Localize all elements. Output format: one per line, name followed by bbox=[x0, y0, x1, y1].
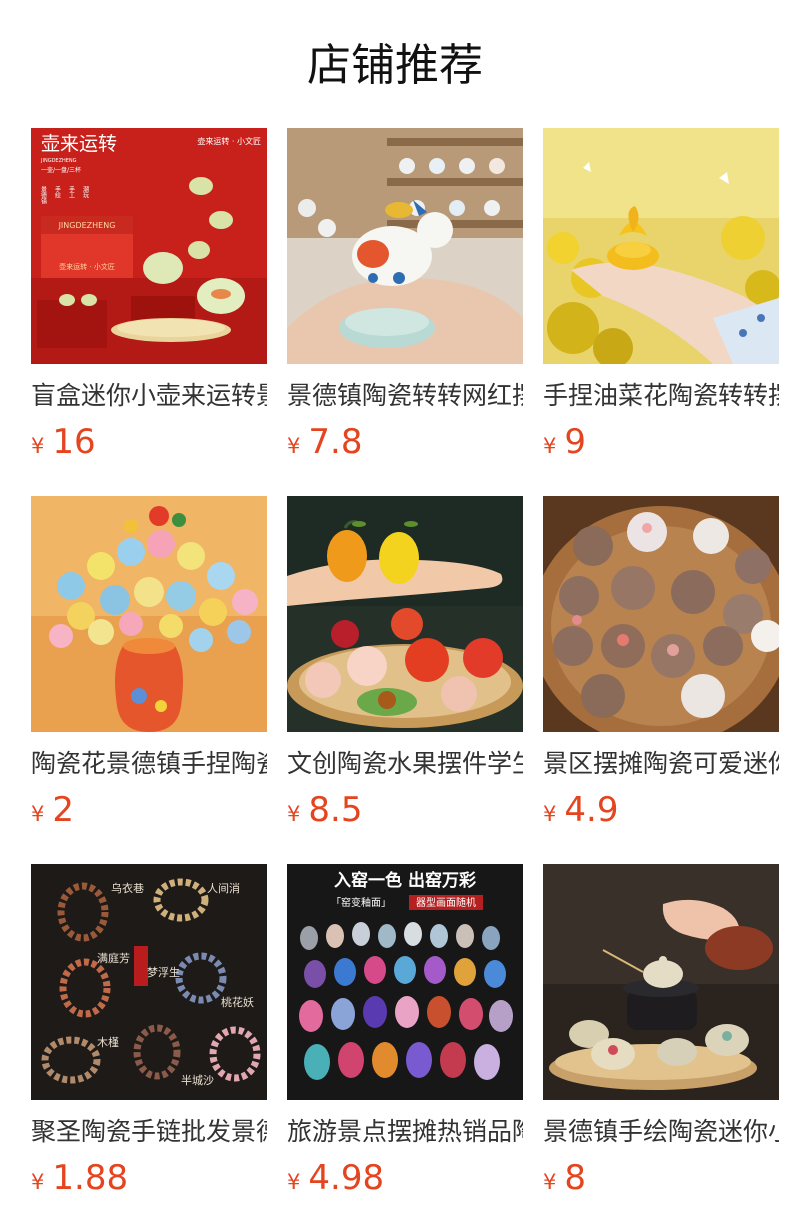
product-title[interactable]: 手捏油菜花陶瓷转转摆件 bbox=[543, 380, 779, 412]
tag-text: 手工 bbox=[68, 185, 75, 198]
line-text: 一壶/一盘/三杯 bbox=[41, 166, 81, 174]
product-title[interactable]: 旅游景点摆摊热销品陶瓷 bbox=[287, 1116, 523, 1148]
product-price: ¥16 bbox=[31, 422, 267, 462]
product-image[interactable] bbox=[543, 128, 779, 364]
product-card[interactable]: 文创陶瓷水果摆件学生 ¥8.5 bbox=[287, 496, 523, 864]
product-title[interactable]: 文创陶瓷水果摆件学生 bbox=[287, 748, 523, 780]
product-image[interactable] bbox=[543, 496, 779, 732]
banner-sub-left: 「窑变釉面」 bbox=[331, 896, 391, 909]
tag-text: 手绘 bbox=[54, 185, 61, 199]
product-title[interactable]: 陶瓷花景德镇手捏陶瓷花 bbox=[31, 748, 267, 780]
banner-sub-right: 器型画面随机 bbox=[416, 896, 476, 909]
product-image[interactable]: 乌衣巷 人间消 满庭芳 梦浮生 桃花妖 木槿 半城沙 bbox=[31, 864, 267, 1100]
product-price: ¥9 bbox=[543, 422, 779, 462]
tag-text: 景德镇 bbox=[40, 186, 47, 205]
currency-symbol: ¥ bbox=[543, 434, 557, 458]
product-price: ¥2 bbox=[31, 790, 267, 830]
currency-symbol: ¥ bbox=[543, 802, 557, 826]
product-title[interactable]: 景德镇手绘陶瓷迷你小壶 bbox=[543, 1116, 779, 1148]
bracelet-label: 满庭芳 bbox=[97, 951, 130, 965]
bracelet-label: 人间消 bbox=[207, 881, 240, 895]
bracelet-label: 半城沙 bbox=[181, 1073, 214, 1087]
currency-symbol: ¥ bbox=[287, 434, 301, 458]
price-value: 8.5 bbox=[308, 790, 363, 830]
currency-symbol: ¥ bbox=[31, 802, 45, 826]
banner-headline: 入窑一色 出窑万彩 bbox=[334, 870, 476, 891]
product-title[interactable]: 聚圣陶瓷手链批发景德镇 bbox=[31, 1116, 267, 1148]
bracelet-label: 梦浮生 bbox=[147, 965, 180, 979]
currency-symbol: ¥ bbox=[287, 802, 301, 826]
price-value: 2 bbox=[52, 790, 75, 830]
product-card[interactable]: 手捏油菜花陶瓷转转摆件 ¥9 bbox=[543, 128, 779, 496]
currency-symbol: ¥ bbox=[31, 1170, 45, 1194]
product-card[interactable]: 景德镇手绘陶瓷迷你小壶 ¥8 bbox=[543, 864, 779, 1232]
product-grid: JINGDEZHENG 壶来运转 · 小文匠 壶来运转 壶来运转 · 小文匠 J… bbox=[31, 128, 779, 1232]
product-card[interactable]: 陶瓷花景德镇手捏陶瓷花 ¥2 bbox=[31, 496, 267, 864]
product-card[interactable]: 乌衣巷 人间消 满庭芳 梦浮生 桃花妖 木槿 半城沙 聚圣陶瓷手链批发景德镇 ¥… bbox=[31, 864, 267, 1232]
page-title: 店铺推荐 bbox=[307, 40, 483, 91]
price-value: 7.8 bbox=[308, 422, 363, 462]
bracelet-label: 乌衣巷 bbox=[111, 881, 144, 895]
box-latin-text: JINGDEZHENG bbox=[58, 221, 116, 230]
product-title[interactable]: 景德镇陶瓷转转网红摆件 bbox=[287, 380, 523, 412]
product-image[interactable] bbox=[31, 496, 267, 732]
product-image[interactable] bbox=[287, 496, 523, 732]
latin-text: JINGDEZHENG bbox=[40, 158, 77, 164]
product-price: ¥1.88 bbox=[31, 1158, 267, 1198]
price-value: 8 bbox=[564, 1158, 587, 1198]
price-value: 1.88 bbox=[52, 1158, 129, 1198]
product-image[interactable] bbox=[287, 128, 523, 364]
currency-symbol: ¥ bbox=[543, 1170, 557, 1194]
price-value: 4.98 bbox=[308, 1158, 385, 1198]
currency-symbol: ¥ bbox=[31, 434, 45, 458]
product-card[interactable]: 景德镇陶瓷转转网红摆件 ¥7.8 bbox=[287, 128, 523, 496]
price-value: 16 bbox=[52, 422, 96, 462]
product-title[interactable]: 景区摆摊陶瓷可爱迷你 bbox=[543, 748, 779, 780]
product-price: ¥8.5 bbox=[287, 790, 523, 830]
product-card[interactable]: JINGDEZHENG 壶来运转 · 小文匠 壶来运转 壶来运转 · 小文匠 J… bbox=[31, 128, 267, 496]
product-card[interactable]: 入窑一色 出窑万彩 「窑变釉面」 器型画面随机 旅游景点摆摊热销品 ¥ 4.98 bbox=[287, 864, 523, 1232]
bracelet-label: 桃花妖 bbox=[221, 995, 254, 1009]
brand-title-text: 壶来运转 bbox=[41, 133, 117, 155]
product-image[interactable]: 入窑一色 出窑万彩 「窑变釉面」 器型画面随机 bbox=[287, 864, 523, 1100]
product-card[interactable]: 景区摆摊陶瓷可爱迷你 ¥4.9 bbox=[543, 496, 779, 864]
box-label-text: 壶来运转 · 小文匠 bbox=[59, 262, 115, 271]
product-price: ¥7.8 bbox=[287, 422, 523, 462]
bracelet-label: 木槿 bbox=[97, 1036, 119, 1049]
product-title[interactable]: 盲盒迷你小壶来运转景德镇 bbox=[31, 380, 267, 412]
brand-small-text: 壶来运转 · 小文匠 bbox=[197, 136, 261, 146]
product-image[interactable] bbox=[543, 864, 779, 1100]
product-price: ¥4.98 bbox=[287, 1158, 523, 1198]
price-value: 4.9 bbox=[564, 790, 619, 830]
tag-text: 潮玩 bbox=[82, 185, 89, 199]
product-price: ¥8 bbox=[543, 1158, 779, 1198]
product-price: ¥4.9 bbox=[543, 790, 779, 830]
product-image[interactable]: JINGDEZHENG 壶来运转 · 小文匠 壶来运转 壶来运转 · 小文匠 J… bbox=[31, 128, 267, 364]
currency-symbol: ¥ bbox=[287, 1170, 301, 1194]
price-value: 9 bbox=[564, 422, 587, 462]
